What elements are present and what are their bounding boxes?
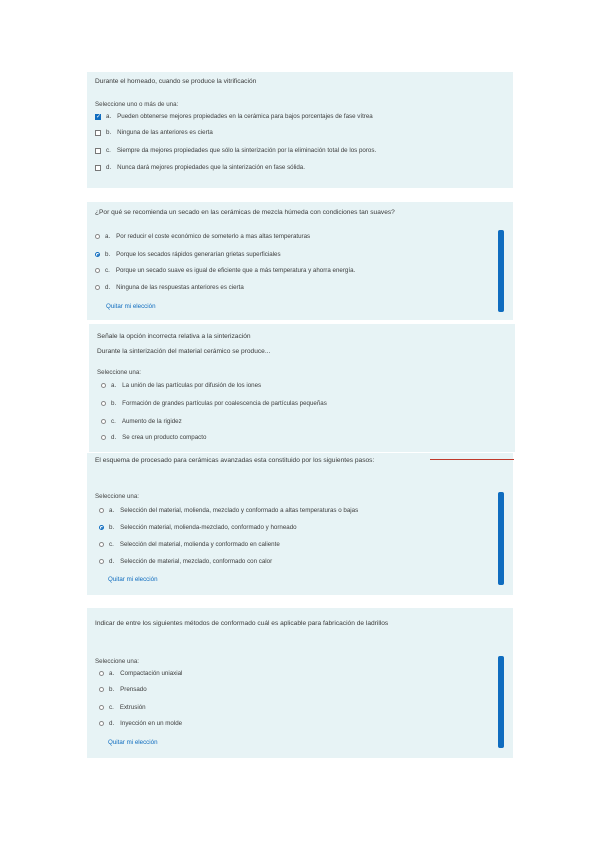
scrollbar-thumb[interactable] (498, 656, 504, 748)
radio-button[interactable] (95, 268, 100, 273)
option-b[interactable]: b. Ninguna de las anteriores es cierta (95, 129, 213, 136)
option-c[interactable]: c. Siempre da mejores propiedades que só… (95, 147, 376, 154)
option-d[interactable]: d. Selección de material, mezclado, conf… (99, 558, 272, 565)
option-a[interactable]: a. Por reducir el coste económico de som… (95, 233, 310, 240)
option-label: Pueden obtenerse mejores propiedades en … (117, 113, 373, 120)
instruction-text: Seleccione una: (95, 493, 140, 500)
option-c[interactable]: c. Extrusión (99, 704, 146, 711)
option-label: Selección del material, molienda, mezcla… (120, 507, 359, 514)
option-b[interactable]: b. Formación de grandes partículas por c… (101, 400, 327, 407)
radio-button[interactable] (101, 401, 106, 406)
radio-button[interactable] (99, 559, 104, 564)
radio-button[interactable] (99, 705, 104, 710)
radio-button[interactable] (99, 671, 104, 676)
option-a[interactable]: a. Selección del material, molienda, mez… (99, 507, 358, 514)
option-d[interactable]: d. Inyección en un molde (99, 720, 182, 727)
option-label: Prensado (120, 686, 147, 693)
radio-button[interactable] (99, 721, 104, 726)
checkbox-checked[interactable]: ✓ (95, 113, 101, 120)
question-text: Indicar de entre los siguientes métodos … (95, 620, 389, 627)
instruction-text: Seleccione uno o más de una: (95, 101, 179, 108)
question-card-3: Señale la opción incorrecta relativa a l… (89, 324, 515, 452)
checkbox[interactable] (95, 147, 101, 154)
divider-line (430, 459, 514, 460)
option-label: Aumento de la rigidez (121, 418, 182, 425)
option-label: Compactación uniaxial (120, 670, 183, 677)
instruction-text: Seleccione una: (97, 369, 142, 376)
question-text: Señale la opción incorrecta relativa a l… (97, 333, 251, 340)
radio-button-selected[interactable] (95, 252, 100, 257)
option-d[interactable]: d. Nunca dará mejores propiedades que la… (95, 164, 305, 171)
scrollbar-thumb[interactable] (498, 230, 504, 312)
option-d[interactable]: d. Se crea un producto compacto (101, 434, 206, 441)
radio-button[interactable] (95, 234, 100, 239)
option-a[interactable]: a. Compactación uniaxial (99, 670, 182, 677)
checkbox[interactable] (95, 129, 101, 136)
option-b[interactable]: b. Porque los secados rápidos generarían… (95, 251, 281, 258)
question-text: El esquema de procesado para cerámicas a… (95, 457, 375, 464)
option-c[interactable]: c. Aumento de la rigidez (101, 418, 182, 425)
option-label: Selección del material, molienda y confo… (119, 541, 280, 548)
question-card-4: El esquema de procesado para cerámicas a… (87, 453, 513, 595)
option-b[interactable]: b. Prensado (99, 686, 147, 693)
option-label: Porque los secados rápidos generarían gr… (116, 251, 281, 258)
option-a[interactable]: ✓ a. Pueden obtenerse mejores propiedade… (95, 113, 373, 120)
option-label: Siempre da mejores propiedades que sólo … (116, 147, 377, 154)
clear-choice-link[interactable]: Quitar mi elección (108, 739, 158, 746)
instruction-text: Seleccione una: (95, 658, 140, 665)
option-label: La unión de las partículas por difusión … (122, 382, 262, 389)
option-label: Ninguna de las respuestas anteriores es … (116, 284, 244, 291)
option-a[interactable]: a. La unión de las partículas por difusi… (101, 382, 261, 389)
option-b[interactable]: b. Selección material, molienda-mezclado… (99, 524, 297, 531)
question-subtitle: Durante la sinterización del material ce… (97, 348, 271, 355)
radio-button[interactable] (101, 419, 106, 424)
option-label: Inyección en un molde (120, 720, 183, 727)
radio-button[interactable] (101, 435, 106, 440)
radio-button[interactable] (95, 285, 100, 290)
question-card-1: Durante el horneado, cuando se produce l… (87, 72, 513, 188)
question-text: Durante el horneado, cuando se produce l… (95, 78, 257, 85)
option-label: Extrusión (119, 704, 146, 711)
clear-choice-link[interactable]: Quitar mi elección (106, 303, 156, 310)
question-text: ¿Por qué se recomienda un secado en las … (95, 209, 395, 216)
radio-button-selected[interactable] (99, 525, 104, 530)
option-label: Ninguna de las anteriores es cierta (117, 129, 213, 136)
question-card-2: ¿Por qué se recomienda un secado en las … (87, 202, 513, 320)
option-label: Selección material, molienda-mezclado, c… (120, 524, 297, 531)
radio-button[interactable] (101, 383, 106, 388)
option-label: Selección de material, mezclado, conform… (120, 558, 273, 565)
radio-button[interactable] (99, 542, 104, 547)
option-c[interactable]: c. Porque un secado suave es igual de ef… (95, 267, 355, 274)
question-card-5: Indicar de entre los siguientes métodos … (87, 608, 513, 758)
scrollbar-thumb[interactable] (498, 492, 504, 585)
option-label: Formación de grandes partículas por coal… (122, 400, 327, 407)
clear-choice-link[interactable]: Quitar mi elección (108, 576, 158, 583)
option-label: Por reducir el coste económico de somete… (116, 233, 311, 240)
option-d[interactable]: d. Ninguna de las respuestas anteriores … (95, 284, 244, 291)
checkbox[interactable] (95, 164, 101, 171)
option-label: Se crea un producto compacto (122, 434, 207, 441)
radio-button[interactable] (99, 508, 104, 513)
option-c[interactable]: c. Selección del material, molienda y co… (99, 541, 280, 548)
radio-button[interactable] (99, 687, 104, 692)
option-label: Nunca dará mejores propiedades que la si… (117, 164, 305, 171)
option-label: Porque un secado suave es igual de efici… (115, 267, 356, 274)
